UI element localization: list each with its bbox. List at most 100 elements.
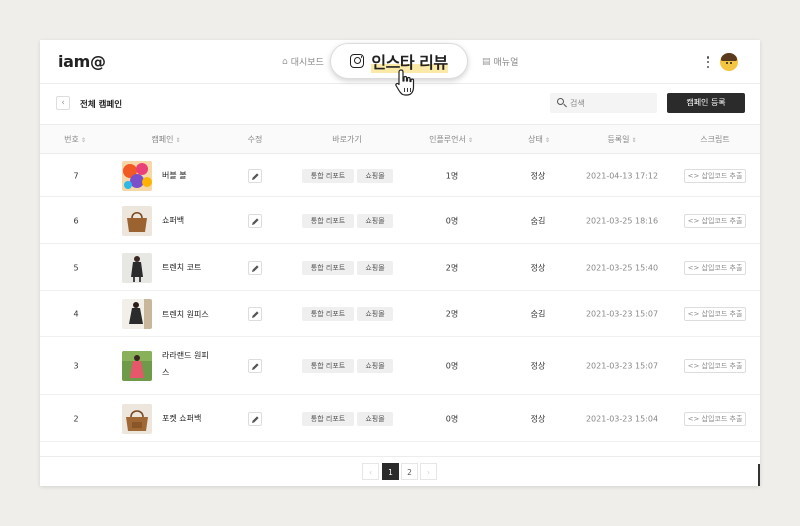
campaign-name[interactable]: 트렌치 코트 <box>162 259 214 276</box>
nav-item-manual-label: 매뉴얼 <box>493 58 519 68</box>
campaign-thumbnail[interactable] <box>122 252 152 283</box>
integrated-report-button[interactable]: 통합 리포트 <box>302 213 354 228</box>
influencer-count: 0명 <box>445 361 459 371</box>
home-icon: ⌂ <box>282 56 288 67</box>
influencer-count: 1명 <box>445 171 459 180</box>
app-window: iam@ ⌂ 대시보드 ▤ 매뉴얼 ‹ 전체 캠페인 캠페인 등록 번호⇕ 캠페… <box>40 40 760 486</box>
influencer-count: 2명 <box>445 263 459 272</box>
pencil-icon <box>252 217 259 225</box>
search-input[interactable] <box>570 96 650 110</box>
column-header-influencer[interactable]: 인플루언서 ⇕ <box>429 134 473 145</box>
campaign-name[interactable]: 라라랜드 원피스 <box>162 347 214 381</box>
shopping-mall-button[interactable]: 쇼핑몰 <box>357 213 393 228</box>
edit-button[interactable] <box>248 168 262 183</box>
shopping-mall-button[interactable]: 쇼핑몰 <box>357 411 393 426</box>
column-header-campaign[interactable]: 캠페인 ⇕ <box>151 134 180 145</box>
shopping-mall-button[interactable]: 쇼핑몰 <box>357 168 393 183</box>
campaign-name[interactable]: 버블 볼 <box>162 167 214 184</box>
sort-icon[interactable]: ⇕ <box>632 137 637 144</box>
influencer-count: 0명 <box>445 414 459 423</box>
registered-date: 2021-03-23 15:07 <box>585 361 659 371</box>
campaign-name[interactable]: 쇼퍼백 <box>162 212 214 229</box>
table-row[interactable]: 6 쇼퍼백 통합 리포트 쇼핑몰 0명 숨김 2021-03-25 18:16 <> 삽입코드… <box>40 197 760 244</box>
shopping-mall-button[interactable]: 쇼핑몰 <box>357 260 393 275</box>
back-button[interactable]: ‹ <box>56 96 70 110</box>
sort-icon[interactable]: ⇕ <box>545 137 550 144</box>
row-number: 2 <box>73 414 79 423</box>
sort-icon[interactable]: ⇕ <box>468 137 473 144</box>
extract-embed-code-button[interactable]: <> 삽입코드 추출 <box>684 411 746 426</box>
extract-embed-code-button[interactable]: <> 삽입코드 추출 <box>684 307 746 321</box>
edit-button[interactable] <box>248 213 262 228</box>
status-badge: 숨김 <box>530 216 546 225</box>
table-row[interactable]: 2 포켓 쇼퍼백 통합 리포트 쇼핑몰 0명 정상 2021-03-23 15:04 <> 삽… <box>40 395 760 442</box>
search-box[interactable] <box>550 93 657 113</box>
column-header-shortcut: 바로가기 <box>332 135 362 144</box>
column-header-date[interactable]: 등록일 ⇕ <box>607 134 636 145</box>
table-row[interactable]: 5 트렌치 코트 통합 리포트 쇼핑몰 2명 정상 2021-03-25 15:40 <> 삽… <box>40 244 760 291</box>
edit-button[interactable] <box>248 359 262 373</box>
integrated-report-button[interactable]: 통합 리포트 <box>302 307 354 321</box>
nav-item-dashboard[interactable]: ⌂ 대시보드 <box>282 55 324 69</box>
integrated-report-button[interactable]: 통합 리포트 <box>302 359 354 373</box>
pagination-page-2[interactable]: 2 <box>401 463 418 480</box>
search-icon <box>557 98 564 105</box>
status-badge: 정상 <box>530 263 546 272</box>
pagination-next-button[interactable]: › <box>420 463 437 480</box>
column-header-edit: 수정 <box>247 135 263 144</box>
logo[interactable]: iam@ <box>58 52 106 71</box>
sort-icon[interactable]: ⇕ <box>81 137 86 144</box>
pagination-page-1[interactable]: 1 <box>382 463 399 480</box>
extract-embed-code-button[interactable]: <> 삽입코드 추출 <box>684 213 746 228</box>
page-title: 전체 캠페인 <box>80 100 123 110</box>
status-badge: 정상 <box>530 361 546 371</box>
column-header-status[interactable]: 상태 ⇕ <box>528 134 550 145</box>
edit-button[interactable] <box>248 260 262 275</box>
nav-item-dashboard-label: 대시보드 <box>290 58 324 68</box>
extract-embed-code-button[interactable]: <> 삽입코드 추출 <box>684 168 746 183</box>
sort-icon[interactable]: ⇕ <box>176 137 181 144</box>
shopping-mall-button[interactable]: 쇼핑몰 <box>357 307 393 321</box>
campaign-thumbnail[interactable] <box>122 299 152 329</box>
column-header-script: 스크립트 <box>700 135 730 144</box>
row-number: 6 <box>73 216 79 225</box>
extract-embed-code-button[interactable]: <> 삽입코드 추출 <box>684 359 746 373</box>
campaign-thumbnail[interactable] <box>122 160 152 191</box>
column-header-no[interactable]: 번호 ⇕ <box>64 134 86 145</box>
table-row[interactable]: 4 트렌치 원피스 통합 리포트 쇼핑몰 2명 숨김 2021-03-23 15:07 <> … <box>40 291 760 337</box>
row-number: 7 <box>73 171 79 180</box>
register-campaign-button[interactable]: 캠페인 등록 <box>667 93 745 113</box>
registered-date: 2021-04-13 17:12 <box>585 171 659 180</box>
campaign-thumbnail[interactable] <box>122 205 152 236</box>
hand-cursor-icon <box>395 69 415 96</box>
integrated-report-button[interactable]: 통합 리포트 <box>302 168 354 183</box>
pencil-icon <box>252 264 259 272</box>
extract-embed-code-button[interactable]: <> 삽입코드 추출 <box>684 260 746 275</box>
integrated-report-button[interactable]: 통합 리포트 <box>302 411 354 426</box>
more-menu-icon[interactable] <box>704 54 712 70</box>
row-number: 4 <box>73 309 79 319</box>
campaign-thumbnail[interactable] <box>122 403 152 434</box>
shopping-mall-button[interactable]: 쇼핑몰 <box>357 359 393 373</box>
status-badge: 정상 <box>530 414 546 423</box>
influencer-count: 0명 <box>445 216 459 225</box>
row-number: 5 <box>73 263 79 272</box>
pagination-prev-button[interactable]: ‹ <box>362 463 379 480</box>
registered-date: 2021-03-25 18:16 <box>585 216 659 225</box>
registered-date: 2021-03-25 15:40 <box>585 263 659 272</box>
pencil-icon <box>252 311 259 318</box>
edit-button[interactable] <box>248 307 262 321</box>
campaign-name[interactable]: 포켓 쇼퍼백 <box>162 410 214 427</box>
table-row[interactable]: 7 버블 볼 통합 리포트 쇼핑몰 1명 정상 2021-04-13 17:12 <> 삽입코… <box>40 154 760 197</box>
avatar[interactable] <box>720 53 738 71</box>
nav-item-manual[interactable]: ▤ 매뉴얼 <box>482 55 519 69</box>
edit-button[interactable] <box>248 411 262 426</box>
table-row[interactable]: 3 라라랜드 원피스 통합 리포트 쇼핑몰 0명 정상 2021-03-23 15:07 <>… <box>40 337 760 395</box>
campaign-thumbnail[interactable] <box>122 351 152 381</box>
scrollbar[interactable] <box>758 464 760 486</box>
status-badge: 숨김 <box>530 309 546 319</box>
registered-date: 2021-03-23 15:07 <box>585 309 659 319</box>
integrated-report-button[interactable]: 통합 리포트 <box>302 260 354 275</box>
status-badge: 정상 <box>530 171 546 180</box>
campaign-name[interactable]: 트렌치 원피스 <box>162 306 214 323</box>
